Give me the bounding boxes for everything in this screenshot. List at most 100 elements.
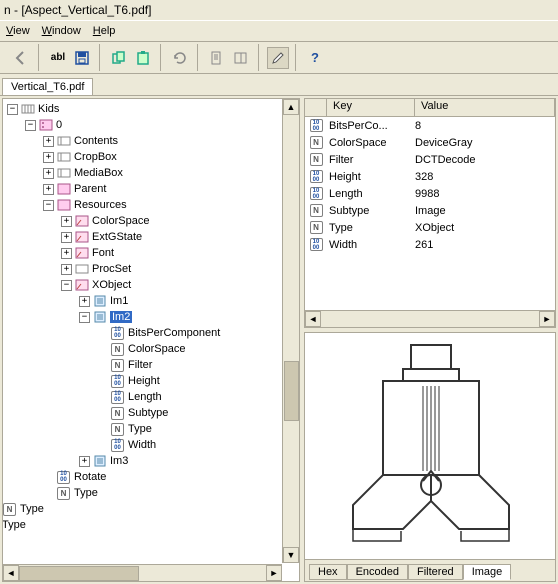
preview-canvas xyxy=(305,333,555,559)
header-col-value[interactable]: Value xyxy=(415,99,555,116)
menu-view[interactable]: View xyxy=(6,25,30,37)
document-tab[interactable]: Vertical_T6.pdf xyxy=(2,78,93,95)
help-icon[interactable]: ? xyxy=(304,47,326,69)
number-icon: 1000 xyxy=(305,119,327,132)
tree-label: Resources xyxy=(74,199,127,211)
expander-icon[interactable]: + xyxy=(43,152,54,163)
property-row[interactable]: NFilterDCTDecode xyxy=(305,151,555,168)
paste-green-icon[interactable] xyxy=(132,47,154,69)
array-icon xyxy=(56,166,71,181)
property-row[interactable]: 1000BitsPerCo...8 xyxy=(305,117,555,134)
menu-window[interactable]: Window xyxy=(42,25,81,37)
tree-panel: −Kids −0 +Contents +CropBox +MediaBox +P… xyxy=(2,98,300,582)
property-value: 261 xyxy=(415,239,555,251)
tree-label: ColorSpace xyxy=(92,215,149,227)
scroll-right-icon[interactable]: ► xyxy=(266,565,282,581)
document-tab-bar: Vertical_T6.pdf xyxy=(0,74,558,96)
array-icon xyxy=(56,134,71,149)
expander-icon[interactable]: + xyxy=(61,216,72,227)
expander-icon[interactable]: + xyxy=(79,456,90,467)
workspace: −Kids −0 +Contents +CropBox +MediaBox +P… xyxy=(0,96,558,584)
expander-icon[interactable]: + xyxy=(43,136,54,147)
property-value: DeviceGray xyxy=(415,137,555,149)
number-icon: 1000 xyxy=(305,187,327,200)
properties-body[interactable]: 1000BitsPerCo...8NColorSpaceDeviceGrayNF… xyxy=(305,117,555,310)
tree-label: BitsPerComponent xyxy=(128,327,220,339)
doc2-icon[interactable] xyxy=(230,47,252,69)
preview-tab-encoded[interactable]: Encoded xyxy=(347,564,408,580)
expander-icon[interactable]: + xyxy=(61,232,72,243)
property-value: Image xyxy=(415,205,555,217)
property-row[interactable]: 1000Height328 xyxy=(305,168,555,185)
tree-label: MediaBox xyxy=(74,167,123,179)
expander-icon[interactable]: − xyxy=(7,104,18,115)
number-icon: 1000 xyxy=(110,390,125,405)
tree-label-selected[interactable]: Im2 xyxy=(110,311,132,323)
scroll-down-icon[interactable]: ▼ xyxy=(283,547,299,563)
scroll-left-icon[interactable]: ◄ xyxy=(3,565,19,581)
scroll-thumb[interactable] xyxy=(19,566,139,581)
expander-icon[interactable]: − xyxy=(25,120,36,131)
name-icon: N xyxy=(110,406,125,421)
prev-icon[interactable] xyxy=(10,47,32,69)
save-icon[interactable] xyxy=(71,47,93,69)
property-row[interactable]: 1000Length9988 xyxy=(305,185,555,202)
window-title: n - [Aspect_Vertical_T6.pdf] xyxy=(4,3,151,17)
header-col-icon[interactable] xyxy=(305,99,327,116)
expander-icon[interactable]: + xyxy=(43,184,54,195)
dict-ref-icon xyxy=(74,278,89,293)
properties-scrollbar-horizontal[interactable]: ◄ ► xyxy=(305,310,555,327)
header-col-key[interactable]: Key xyxy=(327,99,415,116)
expander-icon[interactable]: + xyxy=(79,296,90,307)
tree-label: Parent xyxy=(74,183,106,195)
expander-icon[interactable]: − xyxy=(61,280,72,291)
name-icon: N xyxy=(56,486,71,501)
tree-scrollbar-horizontal[interactable]: ◄ ► xyxy=(3,564,282,581)
number-icon: 1000 xyxy=(305,170,327,183)
scroll-up-icon[interactable]: ▲ xyxy=(283,99,299,115)
name-icon: N xyxy=(3,502,17,517)
doc1-icon[interactable] xyxy=(206,47,228,69)
menu-bar: View Window Help xyxy=(0,20,558,42)
preview-tab-filtered[interactable]: Filtered xyxy=(408,564,463,580)
dict-ref-icon xyxy=(74,246,89,261)
name-icon: N xyxy=(110,422,125,437)
property-row[interactable]: NTypeXObject xyxy=(305,219,555,236)
preview-image xyxy=(345,341,515,551)
dict-ref-icon xyxy=(74,230,89,245)
scroll-left-icon[interactable]: ◄ xyxy=(305,311,321,327)
tree-label: ProcSet xyxy=(92,263,131,275)
preview-tabs: Hex Encoded Filtered Image xyxy=(305,559,555,581)
preview-tab-hex[interactable]: Hex xyxy=(309,564,347,580)
tree-scrollbar-vertical[interactable]: ▲ ▼ xyxy=(282,99,299,563)
tree-label: Width xyxy=(128,439,156,451)
properties-header: Key Value xyxy=(305,99,555,117)
name-icon: N xyxy=(305,153,327,166)
scroll-thumb[interactable] xyxy=(284,361,299,421)
expander-icon[interactable]: − xyxy=(79,312,90,323)
tree-label: Font xyxy=(92,247,114,259)
property-row[interactable]: NSubtypeImage xyxy=(305,202,555,219)
property-row[interactable]: NColorSpaceDeviceGray xyxy=(305,134,555,151)
tree[interactable]: −Kids −0 +Contents +CropBox +MediaBox +P… xyxy=(3,99,282,564)
scroll-right-icon[interactable]: ► xyxy=(539,311,555,327)
expander-icon[interactable]: + xyxy=(61,264,72,275)
array-icon xyxy=(56,150,71,165)
expander-icon[interactable]: + xyxy=(61,248,72,259)
copy-green-icon[interactable] xyxy=(108,47,130,69)
expander-icon[interactable]: + xyxy=(43,168,54,179)
pencil-icon[interactable] xyxy=(267,47,289,69)
name-icon: N xyxy=(110,358,125,373)
property-row[interactable]: 1000Width261 xyxy=(305,236,555,253)
tree-label: CropBox xyxy=(74,151,117,163)
preview-tab-image[interactable]: Image xyxy=(463,564,512,580)
property-key: ColorSpace xyxy=(327,137,415,149)
tree-label: Filter xyxy=(128,359,152,371)
text-tool-button[interactable]: abl xyxy=(47,47,69,69)
stream-icon xyxy=(92,454,107,469)
menu-help[interactable]: Help xyxy=(93,25,116,37)
expander-icon[interactable]: − xyxy=(43,200,54,211)
refresh-icon[interactable] xyxy=(169,47,191,69)
tree-label: 0 xyxy=(56,119,62,131)
property-key: Height xyxy=(327,171,415,183)
